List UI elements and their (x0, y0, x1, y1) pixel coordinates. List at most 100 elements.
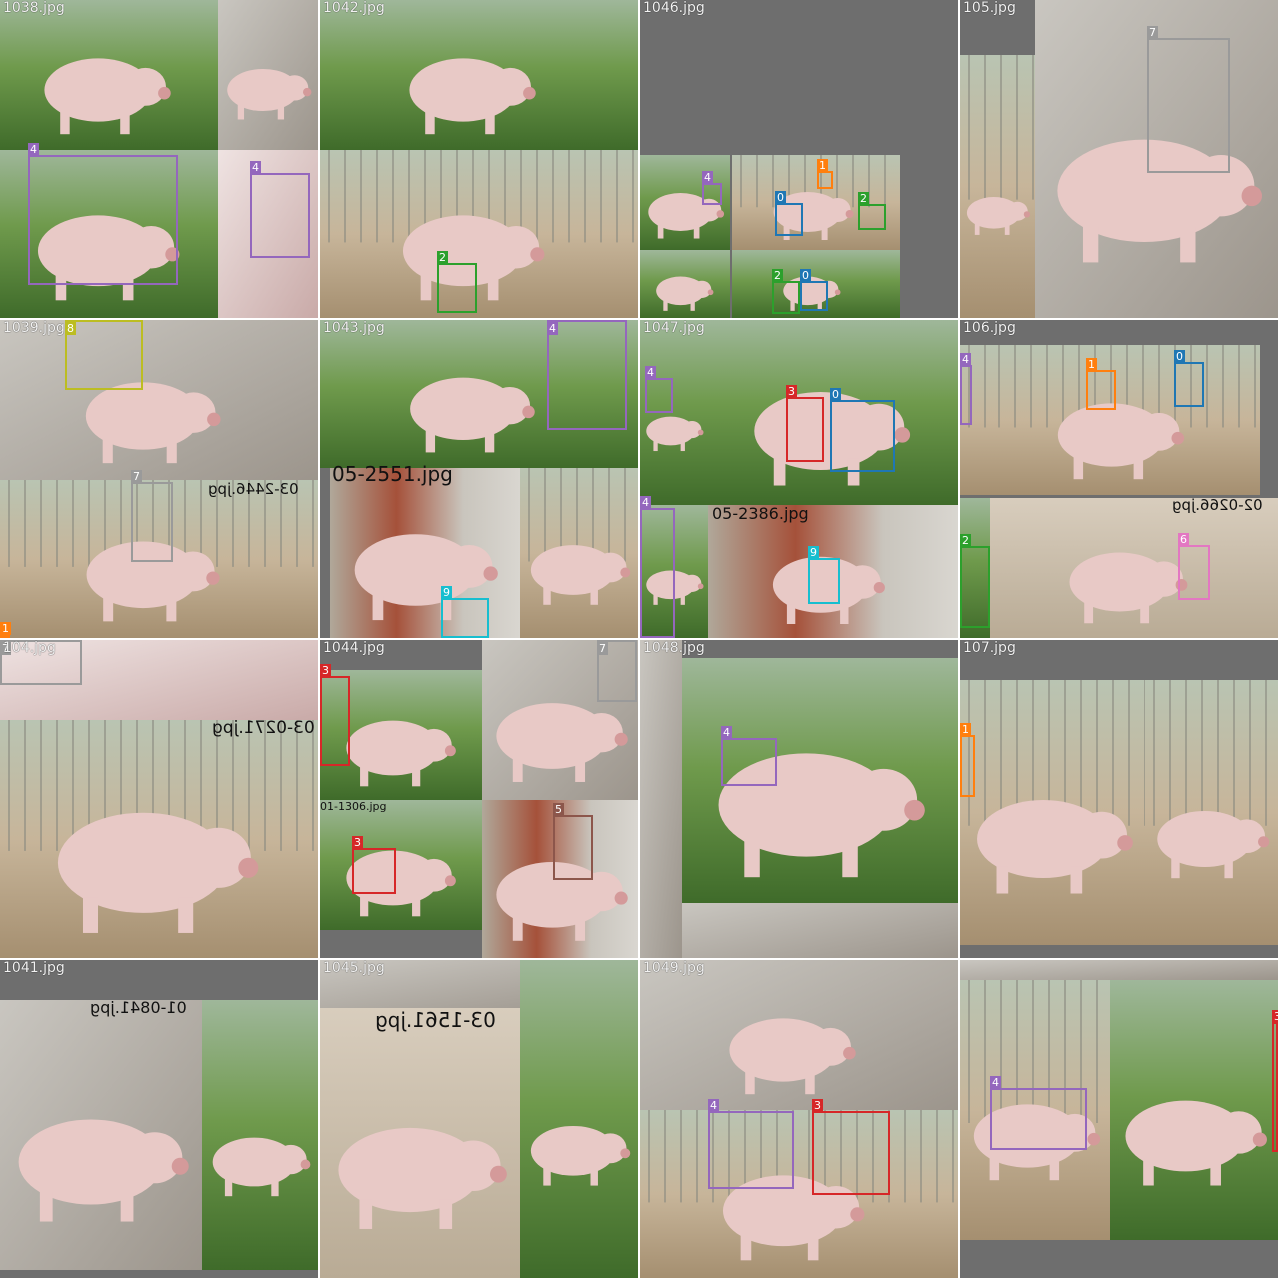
bounding-box: 4 (28, 143, 178, 285)
image-tile: 1039.jpg 03-2446.jpg 8 7 1 (0, 320, 318, 638)
overlay-filename: 05-2551.jpg (332, 462, 453, 486)
box-class-label: 4 (990, 1076, 1001, 1089)
image-tile: 106.jpg 02-0266.jpg 4 1 0 2 6 (960, 320, 1278, 638)
tile-photo (320, 640, 638, 958)
tile-photo (0, 320, 318, 638)
box-class-label: 0 (1174, 350, 1185, 363)
box-class-label: 4 (28, 143, 39, 156)
tile-photo (960, 0, 1278, 318)
overlay-filename: 05-2386.jpg (712, 504, 809, 523)
image-tile: 1049.jpg 4 3 (640, 960, 958, 1278)
box-class-label: 7 (131, 470, 142, 483)
bounding-box: 3 (352, 836, 396, 894)
tile-filename: 107.jpg (963, 640, 1016, 656)
box-class-label: 4 (250, 161, 261, 174)
bounding-box: 2 (960, 534, 990, 628)
box-class-label: 2 (960, 534, 971, 547)
box-class-label: 6 (1178, 533, 1189, 546)
image-tile: 1043.jpg 05-2551.jpg 4 9 (320, 320, 638, 638)
image-tile: 1046.jpg 4 1 0 2 2 0 (640, 0, 958, 318)
tile-photo (960, 640, 1278, 945)
overlay-filename: 01-1306.jpg (320, 800, 387, 813)
tile-filename: 1039.jpg (3, 320, 65, 336)
box-class-label: 3 (1272, 1010, 1278, 1023)
bounding-box: 2 (858, 192, 886, 230)
bounding-box: 1 (960, 723, 975, 797)
tile-filename: 1041.jpg (3, 960, 65, 976)
tile-filename: 1045.jpg (323, 960, 385, 976)
bounding-box: 9 (808, 546, 840, 604)
box-class-label: 2 (772, 269, 783, 282)
tile-filename: 1049.jpg (643, 960, 705, 976)
tile-photo (320, 0, 638, 318)
bounding-box: 0 (830, 388, 895, 472)
box-class-label: 1 (0, 622, 11, 635)
box-class-label: 9 (808, 546, 819, 559)
box-class-label: 2 (858, 192, 869, 205)
overlay-filename: 01-0841.jpg (90, 998, 187, 1017)
box-class-label: 7 (597, 642, 608, 655)
image-tile: 104.jpg 03-0271.jpg 7 (0, 640, 318, 958)
box-class-label: 4 (702, 171, 713, 184)
bounding-box: 1 (1086, 358, 1116, 410)
tile-filename: 1046.jpg (643, 0, 705, 16)
tile-photo (640, 320, 958, 638)
tile-filename: 1038.jpg (3, 0, 65, 16)
bounding-box: 3 (320, 664, 350, 766)
box-class-label: 0 (775, 191, 786, 204)
tile-photo (960, 320, 1278, 638)
box-class-label: 0 (830, 388, 841, 401)
tile-filename: 104.jpg (3, 640, 56, 656)
bounding-box: 7 (1147, 26, 1230, 173)
bounding-box: 4 (990, 1076, 1087, 1150)
image-tile: 43 (960, 960, 1278, 1278)
bounding-box: 2 (437, 251, 477, 313)
tile-filename: 1047.jpg (643, 320, 705, 336)
box-class-label: 3 (320, 664, 331, 677)
bounding-box: 4 (708, 1099, 794, 1189)
bounding-box: 0 (800, 269, 828, 311)
bounding-box: 4 (250, 161, 310, 258)
bounding-box: 0 (775, 191, 803, 236)
box-class-label: 5 (553, 803, 564, 816)
bounding-box: 3 (1272, 1010, 1278, 1152)
tile-filename: 1042.jpg (323, 0, 385, 16)
bounding-box: 8 (65, 320, 143, 390)
bounding-box: 1 (817, 159, 833, 189)
bounding-box: 4 (960, 353, 972, 425)
bounding-box: 3 (786, 385, 824, 462)
box-class-label: 8 (65, 322, 76, 335)
box-class-label: 1 (817, 159, 828, 172)
box-class-label: 9 (441, 586, 452, 599)
bounding-box: 4 (645, 366, 673, 413)
image-tile: 105.jpg 7 (960, 0, 1278, 318)
box-class-label: 3 (786, 385, 797, 398)
mosaic-grid: 1038.jpg 4 4 1042.jpg 2 1046.jpg 4 1 0 2 2 0 (0, 0, 1280, 1280)
box-class-label: 4 (960, 353, 971, 366)
image-tile: 1042.jpg 2 (320, 0, 638, 318)
box-class-label: 4 (640, 496, 651, 509)
tile-photo (640, 0, 958, 318)
image-tile: 1047.jpg 05-2386.jpg 4 3 0 4 9 (640, 320, 958, 638)
image-tile: 1045.jpg 03-1561.jpg (320, 960, 638, 1278)
image-tile: 1048.jpg 4 (640, 640, 958, 958)
box-class-label: 4 (547, 322, 558, 335)
box-class-label: 4 (708, 1099, 719, 1112)
bounding-box: 5 (553, 803, 593, 880)
overlay-filename: 02-0266.jpg (1172, 496, 1263, 514)
image-tile: 1038.jpg 4 4 (0, 0, 318, 318)
box-class-label: 4 (645, 366, 656, 379)
box-class-label: 0 (800, 269, 811, 282)
box-class-label: 2 (437, 251, 448, 264)
overlay-filename: 03-0271.jpg (212, 718, 315, 738)
bounding-box: 7 (131, 470, 173, 562)
tile-photo (0, 640, 318, 958)
image-tile: 1041.jpg 01-0841.jpg (0, 960, 318, 1278)
box-class-label: 3 (812, 1099, 823, 1112)
bounding-box: 3 (812, 1099, 890, 1195)
box-class-label: 7 (1147, 26, 1158, 39)
image-tile: 107.jpg 1 (960, 640, 1278, 958)
bounding-box: 1 (0, 622, 11, 638)
bounding-box: 4 (547, 320, 627, 430)
box-class-label: 1 (960, 723, 971, 736)
